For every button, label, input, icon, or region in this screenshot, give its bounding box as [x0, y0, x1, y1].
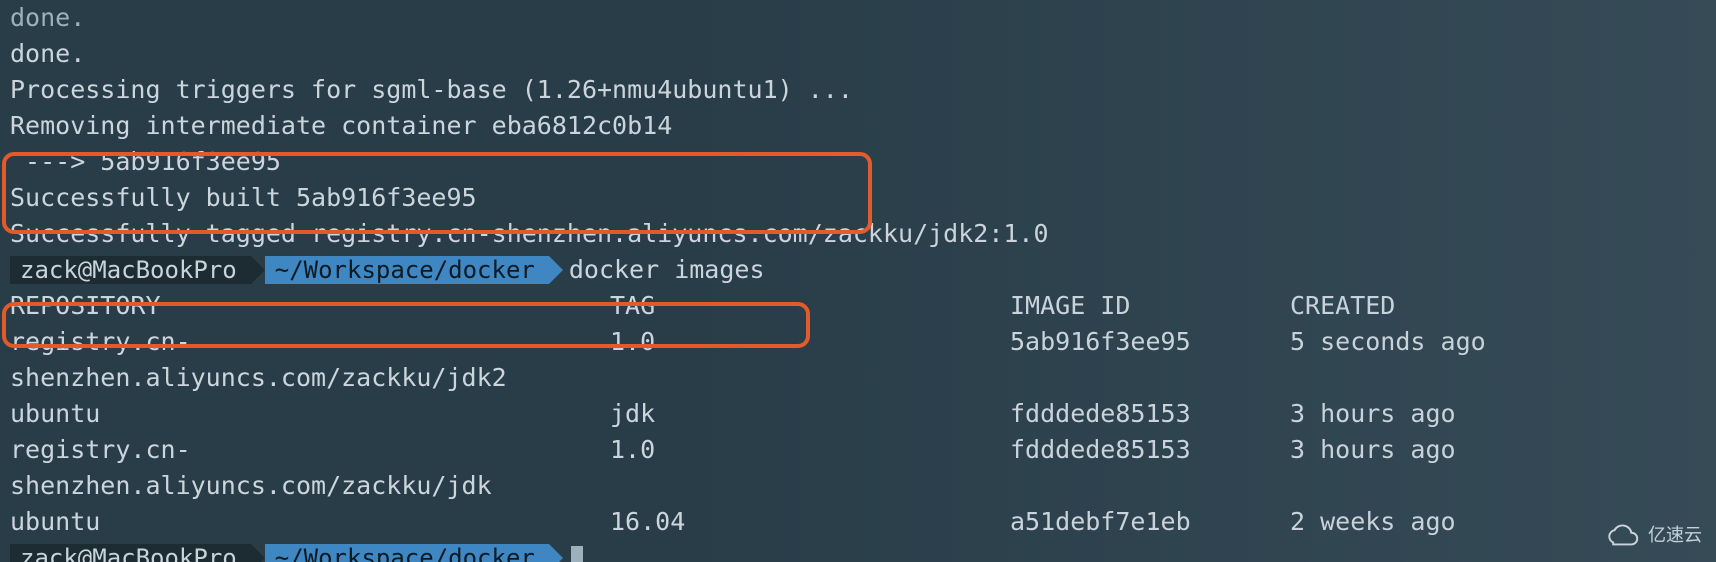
- table-cell: 3 hours ago: [1290, 396, 1716, 432]
- col-repository: REPOSITORY: [10, 288, 610, 324]
- col-tag: TAG: [610, 288, 1010, 324]
- table-cell: 5ab916f3ee95: [1010, 324, 1290, 396]
- table-cell: fdddede85153: [1010, 396, 1290, 432]
- shell-prompt[interactable]: zack@MacBookPro ~/Workspace/docker: [0, 540, 1716, 562]
- table-cell: ubuntu: [10, 396, 610, 432]
- table-cell: fdddede85153: [1010, 432, 1290, 504]
- table-cell: registry.cn-shenzhen.aliyuncs.com/zackku…: [10, 324, 610, 396]
- output-line: ---> 5ab916f3ee95: [0, 144, 1716, 180]
- col-image-id: IMAGE ID: [1010, 288, 1290, 324]
- table-cell: 16.04: [610, 504, 1010, 540]
- output-line: Removing intermediate container eba6812c…: [0, 108, 1716, 144]
- prompt-user-host: zack@MacBookPro: [10, 544, 251, 562]
- output-line: Successfully tagged registry.cn-shenzhen…: [0, 216, 1716, 252]
- prompt-cwd: ~/Workspace/docker: [265, 256, 549, 284]
- prompt-user-host: zack@MacBookPro: [10, 256, 251, 284]
- col-created: CREATED: [1290, 288, 1716, 324]
- output-line: done.: [0, 0, 1716, 36]
- prompt-cwd: ~/Workspace/docker: [265, 544, 549, 562]
- table-cell: 1.0: [610, 432, 1010, 504]
- shell-prompt[interactable]: zack@MacBookPro ~/Workspace/docker docke…: [0, 252, 1716, 288]
- watermark: 亿速云: [1600, 518, 1702, 554]
- output-line: Successfully built 5ab916f3ee95: [0, 180, 1716, 216]
- command-input[interactable]: docker images: [569, 252, 765, 288]
- table-cell: 3 hours ago: [1290, 432, 1716, 504]
- cloud-icon: [1600, 523, 1642, 549]
- table-cell: ubuntu: [10, 504, 610, 540]
- table-cell: 5 seconds ago: [1290, 324, 1716, 396]
- terminal-window[interactable]: done. done. Processing triggers for sgml…: [0, 0, 1716, 562]
- table-cell: registry.cn-shenzhen.aliyuncs.com/zackku…: [10, 432, 610, 504]
- cursor-icon: [571, 546, 583, 562]
- output-line: done.: [0, 36, 1716, 72]
- table-cell: 1.0: [610, 324, 1010, 396]
- docker-images-table: REPOSITORY TAG IMAGE ID CREATED registry…: [0, 288, 1716, 540]
- watermark-text: 亿速云: [1648, 518, 1702, 554]
- table-cell: a51debf7e1eb: [1010, 504, 1290, 540]
- output-line: Processing triggers for sgml-base (1.26+…: [0, 72, 1716, 108]
- table-cell: jdk: [610, 396, 1010, 432]
